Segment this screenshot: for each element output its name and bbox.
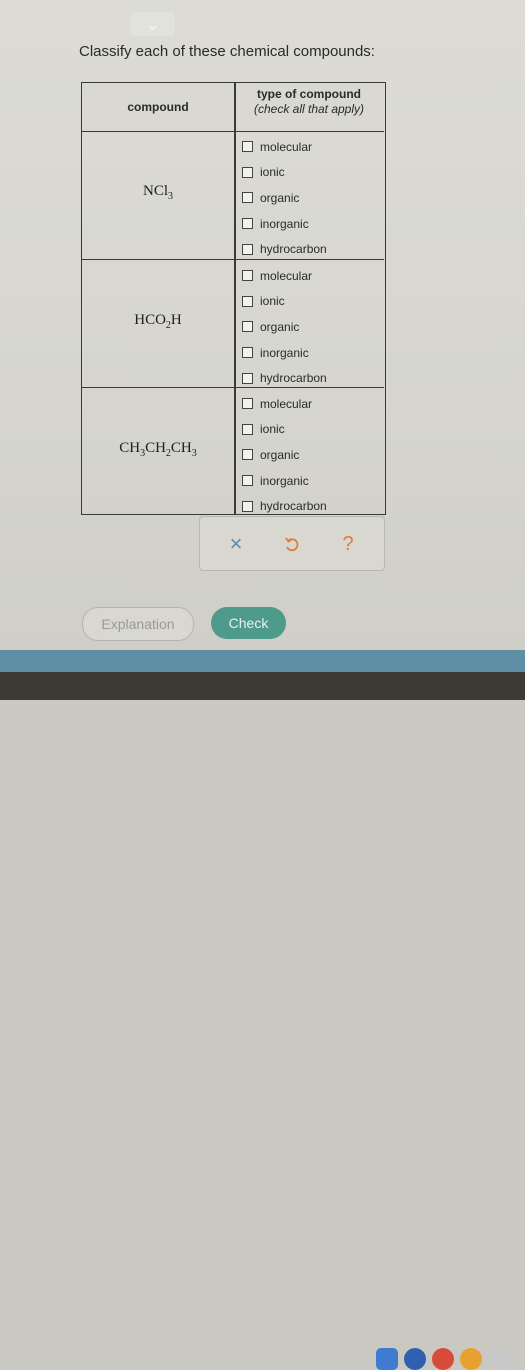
option-list: molecular ionic organic inorganic hydroc… — [242, 263, 327, 391]
chrome-icon[interactable] — [460, 1348, 482, 1370]
option-list: molecular ionic organic inorganic hydroc… — [242, 391, 327, 519]
header-compound: compound — [127, 100, 189, 114]
option-inorganic[interactable]: inorganic — [242, 340, 327, 366]
option-inorganic[interactable]: inorganic — [242, 211, 327, 237]
option-label: hydrocarbon — [260, 242, 327, 257]
checkbox[interactable] — [242, 295, 253, 307]
explanation-button[interactable]: Explanation — [82, 607, 194, 641]
checkbox[interactable] — [242, 372, 253, 384]
checkbox[interactable] — [242, 475, 253, 487]
option-ionic[interactable]: ionic — [242, 289, 327, 315]
option-label: inorganic — [260, 216, 309, 231]
option-molecular[interactable]: molecular — [242, 391, 327, 417]
undo-button[interactable] — [280, 532, 304, 556]
option-label: molecular — [260, 139, 313, 154]
check-button[interactable]: Check — [211, 607, 286, 639]
checkbox[interactable] — [242, 141, 253, 153]
option-organic[interactable]: organic — [242, 442, 327, 468]
compound-formula: HCO2H — [82, 312, 234, 331]
help-icon: ? — [342, 532, 354, 555]
checkbox[interactable] — [242, 321, 253, 333]
app-icon[interactable] — [432, 1348, 454, 1370]
header-type-hint: (check all that apply) — [253, 102, 365, 116]
compound-formula: NCl3 — [82, 183, 234, 202]
answer-toolbar: × ? — [199, 516, 385, 571]
checkbox[interactable] — [242, 449, 253, 461]
checkbox[interactable] — [242, 270, 253, 282]
formula-subscript: 3 — [191, 448, 197, 459]
table-header: compound type of compound (check all tha… — [82, 83, 384, 132]
checkbox[interactable] — [242, 218, 253, 230]
option-label: inorganic — [260, 345, 309, 360]
classification-table: compound type of compound (check all tha… — [81, 82, 386, 515]
formula-part: CH — [170, 440, 192, 456]
safari-icon[interactable] — [404, 1348, 426, 1370]
checkbox[interactable] — [242, 192, 253, 204]
formula-part: CH — [145, 440, 166, 456]
header-type-title: type of compound — [257, 87, 361, 101]
option-list: molecular ionic organic inorganic hydroc… — [242, 134, 327, 262]
option-ionic[interactable]: ionic — [242, 160, 327, 186]
option-inorganic[interactable]: inorganic — [242, 468, 327, 494]
option-organic[interactable]: organic — [242, 314, 327, 340]
close-icon: × — [229, 531, 243, 556]
formula-part: H — [170, 312, 182, 328]
checkbox[interactable] — [242, 500, 253, 512]
option-label: ionic — [260, 422, 285, 437]
formula-part: NCl — [142, 183, 168, 199]
option-label: ionic — [260, 294, 285, 309]
table-row: CH3CH2CH3 molecular ionic organic inorga… — [82, 387, 384, 516]
calendar-icon[interactable] — [488, 1348, 510, 1370]
option-label: ionic — [260, 165, 285, 180]
question-panel: ⌄ Classify each of these chemical compou… — [0, 0, 525, 650]
table-row: NCl3 molecular ionic organic inorganic h… — [82, 131, 384, 259]
checkbox[interactable] — [242, 423, 253, 435]
collapse-tab[interactable]: ⌄ — [130, 12, 175, 36]
option-ionic[interactable]: ionic — [242, 417, 327, 443]
help-button[interactable]: ? — [336, 532, 360, 556]
option-label: organic — [260, 319, 300, 334]
option-label: molecular — [260, 396, 313, 411]
checkbox[interactable] — [242, 347, 253, 359]
formula-part: CH — [119, 440, 141, 456]
option-label: inorganic — [260, 473, 309, 488]
compound-formula: CH3CH2CH3 — [82, 440, 234, 459]
option-label: hydrocarbon — [260, 371, 327, 386]
chevron-down-icon: ⌄ — [144, 14, 161, 34]
clear-button[interactable]: × — [224, 532, 248, 556]
option-label: organic — [260, 447, 300, 462]
app-icon[interactable] — [376, 1348, 398, 1370]
option-label: organic — [260, 190, 300, 205]
checkbox[interactable] — [242, 398, 253, 410]
checkbox[interactable] — [242, 243, 253, 255]
formula-subscript: 3 — [168, 191, 173, 202]
browser-bottom-bar — [0, 650, 525, 672]
option-organic[interactable]: organic — [242, 185, 327, 211]
formula-part: HCO — [134, 312, 166, 328]
checkbox[interactable] — [242, 166, 253, 178]
dock — [0, 672, 525, 1370]
option-molecular[interactable]: molecular — [242, 134, 327, 160]
table-row: HCO2H molecular ionic organic inorganic … — [82, 259, 384, 388]
option-molecular[interactable]: molecular — [242, 263, 327, 289]
option-label: hydrocarbon — [260, 499, 327, 514]
header-type: type of compound (check all that apply) — [234, 87, 384, 117]
question-prompt: Classify each of these chemical compound… — [79, 43, 375, 60]
option-label: molecular — [260, 268, 313, 283]
undo-icon — [285, 537, 299, 552]
